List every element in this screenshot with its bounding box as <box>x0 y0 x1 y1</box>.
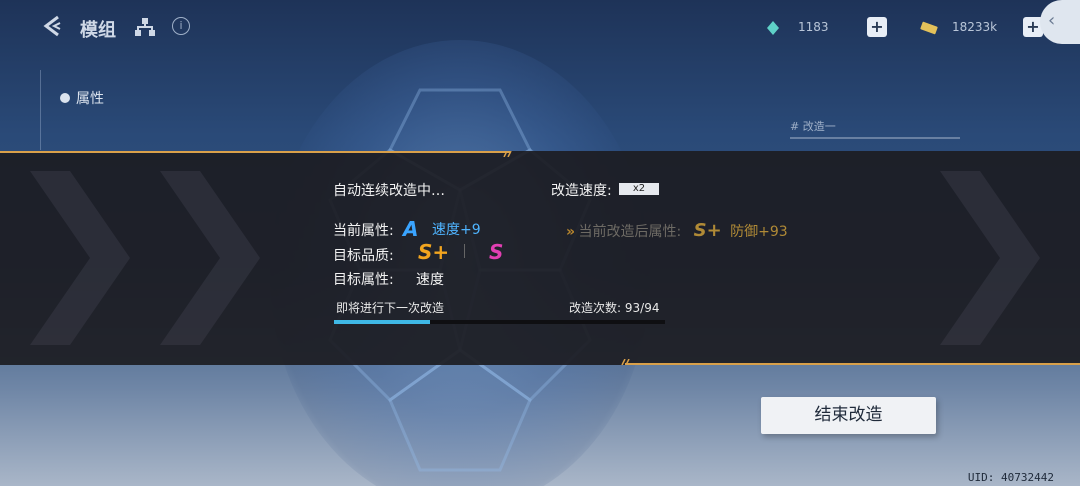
accent-line <box>0 151 510 153</box>
current-attr-value: 速度+9 <box>432 222 481 238</box>
divider <box>40 70 41 150</box>
progress-fill <box>334 320 430 324</box>
speed-label: 改造速度: <box>551 183 612 199</box>
after-grade-badge: S+ <box>693 220 722 241</box>
add-energy-button[interactable]: + <box>867 17 887 37</box>
energy-value: 1183 <box>798 20 829 34</box>
tab-attributes[interactable]: 属性 <box>60 88 104 108</box>
speed-selector[interactable]: x2 <box>619 183 659 195</box>
top-bar: 模组 i 1183 + 18233k + ‹ <box>0 0 1080 56</box>
target-quality-label: 目标品质: <box>333 248 394 264</box>
chevron-decoration-icon <box>940 171 1040 345</box>
current-grade-badge: A <box>403 217 419 241</box>
chevron-left-icon: ‹ <box>1048 10 1056 31</box>
target-grade-s-plus[interactable]: S+ <box>418 240 449 264</box>
chevron-decoration-icon <box>160 171 260 345</box>
divider <box>790 137 960 139</box>
target-attr-value: 速度 <box>416 272 444 288</box>
resource-gold: 18233k <box>920 16 1012 38</box>
target-grade-s[interactable]: S <box>489 240 503 264</box>
tab-attributes-label: 属性 <box>76 91 104 107</box>
end-remodel-button[interactable]: 结束改造 <box>761 397 936 434</box>
auto-remodel-status: 自动连续改造中… <box>333 183 445 199</box>
accent-line <box>625 363 1080 365</box>
remodel-count-value: 93/94 <box>624 301 660 315</box>
side-menu-toggle[interactable]: ‹ <box>1040 0 1080 44</box>
remodel-progress-bar <box>334 320 665 324</box>
after-attr: » 当前改造后属性: S+ 防御+93 <box>566 220 788 241</box>
divider <box>464 244 465 258</box>
remodel-count-label: 改造次数: <box>569 301 622 315</box>
energy-crystal-icon <box>766 20 780 35</box>
next-remodel-label: 即将进行下一次改造 <box>336 301 445 315</box>
slash-decoration <box>621 359 630 365</box>
uid-label: UID: 40732442 <box>967 471 1054 484</box>
chevron-decoration-icon <box>30 171 130 345</box>
back-arrow-icon[interactable] <box>40 14 64 38</box>
auto-remodel-panel <box>0 151 1080 365</box>
hierarchy-icon[interactable] <box>134 16 156 38</box>
page-title: 模组 <box>80 20 116 41</box>
remodel-tag: # 改造一 <box>790 120 836 133</box>
resource-energy: 1183 <box>766 16 858 38</box>
target-attr-label: 目标属性: <box>333 272 394 288</box>
after-attr-value: 防御+93 <box>730 224 788 240</box>
remodel-count: 改造次数: 93/94 <box>569 299 659 316</box>
slash-decoration <box>503 151 512 157</box>
info-icon[interactable]: i <box>172 17 190 35</box>
current-attr-label: 当前属性: <box>333 223 394 239</box>
gold-ticket-icon <box>920 20 938 35</box>
gold-value: 18233k <box>952 20 998 34</box>
double-arrow-icon: » <box>566 224 575 240</box>
after-attr-label: 当前改造后属性: <box>578 224 682 240</box>
dot-icon <box>60 93 70 103</box>
